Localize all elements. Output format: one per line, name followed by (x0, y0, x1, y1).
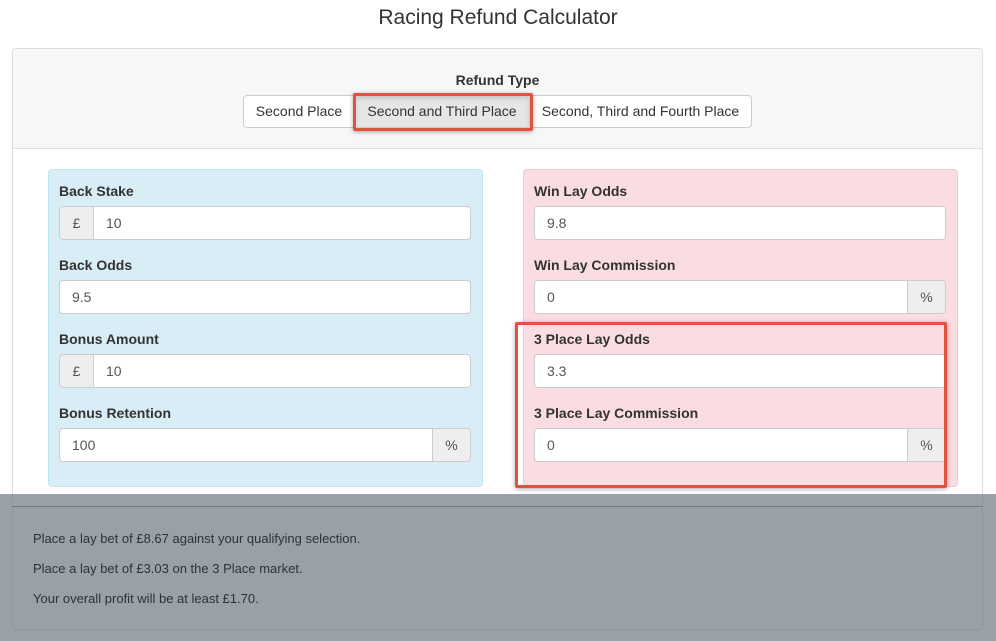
result-lay-win: Place a lay bet of £8.67 against your qu… (33, 531, 361, 546)
back-stake-group: £ (59, 206, 471, 240)
place-lay-odds-group (534, 354, 946, 388)
back-odds-group (59, 280, 471, 314)
refund-type-label: Refund Type (455, 72, 540, 88)
back-odds-label: Back Odds (59, 257, 133, 273)
percent-addon: % (908, 280, 946, 314)
refund-option-second-place[interactable]: Second Place (243, 95, 355, 128)
page-title: Racing Refund Calculator (378, 6, 618, 29)
bonus-amount-group: £ (59, 354, 471, 388)
win-lay-odds-group (534, 206, 946, 240)
refund-option-second-third-fourth-place[interactable]: Second, Third and Fourth Place (529, 95, 752, 128)
results-overlay: Place a lay bet of £8.67 against your qu… (0, 494, 996, 641)
back-stake-input[interactable] (93, 206, 471, 240)
win-lay-commission-label: Win Lay Commission (534, 257, 676, 273)
place-lay-odds-input[interactable] (534, 354, 946, 388)
bonus-amount-input[interactable] (93, 354, 471, 388)
bonus-amount-label: Bonus Amount (59, 331, 159, 347)
pound-addon: £ (59, 206, 93, 240)
back-odds-input[interactable] (59, 280, 471, 314)
win-lay-commission-input[interactable] (534, 280, 908, 314)
pound-addon: £ (59, 354, 93, 388)
lay-bet-panel: Win Lay Odds Win Lay Commission % 3 Plac… (523, 169, 958, 487)
refund-type-header: Refund Type Second Place Second and Thir… (13, 49, 982, 149)
place-lay-commission-input[interactable] (534, 428, 908, 462)
place-lay-odds-label: 3 Place Lay Odds (534, 331, 650, 347)
result-lay-place: Place a lay bet of £3.03 on the 3 Place … (33, 561, 303, 576)
bonus-retention-label: Bonus Retention (59, 405, 171, 421)
percent-addon: % (433, 428, 471, 462)
place-lay-commission-label: 3 Place Lay Commission (534, 405, 699, 421)
win-lay-odds-label: Win Lay Odds (534, 183, 628, 199)
bonus-retention-input[interactable] (59, 428, 433, 462)
back-stake-label: Back Stake (59, 183, 134, 199)
win-lay-odds-input[interactable] (534, 206, 946, 240)
result-profit: Your overall profit will be at least £1.… (33, 591, 259, 606)
place-lay-commission-group: % (534, 428, 946, 462)
win-lay-commission-group: % (534, 280, 946, 314)
percent-addon: % (908, 428, 946, 462)
results-panel: Place a lay bet of £8.67 against your qu… (12, 506, 983, 630)
back-bet-panel: Back Stake £ Back Odds Bonus Amount £ Bo… (48, 169, 483, 487)
refund-option-second-and-third-place[interactable]: Second and Third Place (354, 95, 530, 128)
bonus-retention-group: % (59, 428, 471, 462)
